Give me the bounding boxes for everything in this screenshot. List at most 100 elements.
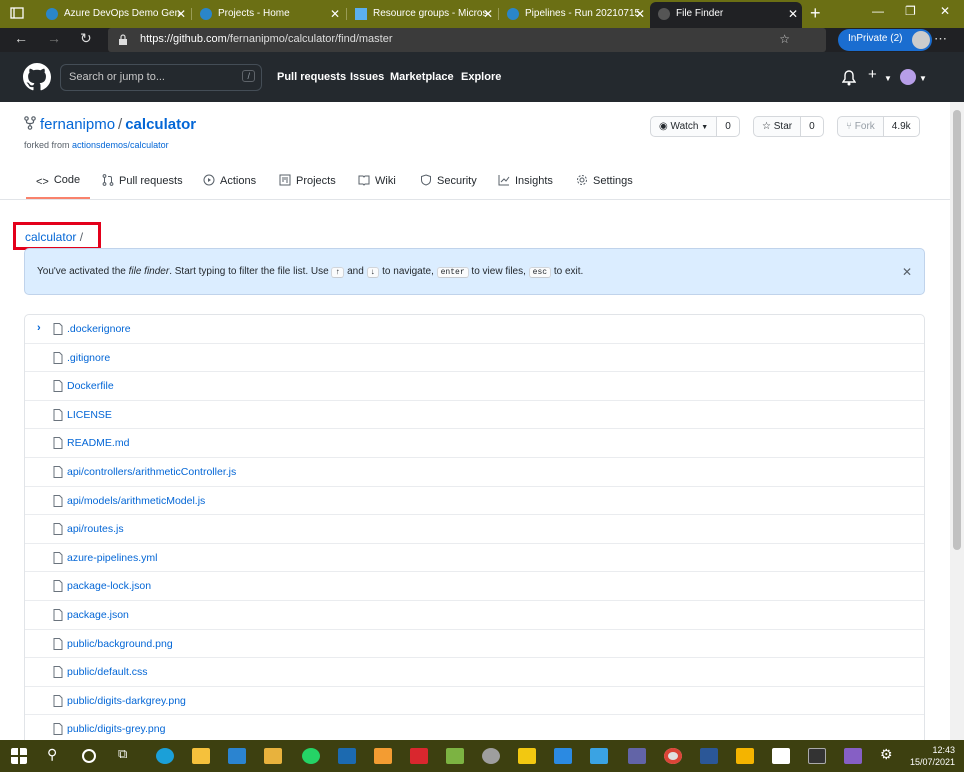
media-player-icon[interactable] xyxy=(264,748,282,764)
breadcrumb-root-link[interactable]: calculator xyxy=(25,230,76,244)
tab-actions-icon[interactable] xyxy=(9,5,25,21)
file-row[interactable]: public/default.css xyxy=(25,658,924,687)
fork-button[interactable]: ⑂ Fork xyxy=(837,116,884,137)
restore-button[interactable]: ❐ xyxy=(905,4,916,18)
app-icon[interactable] xyxy=(482,748,500,764)
file-row[interactable]: azure-pipelines.yml xyxy=(25,544,924,573)
close-tab-icon[interactable]: ✕ xyxy=(483,7,493,21)
close-tab-icon[interactable]: ✕ xyxy=(635,7,645,21)
file-name[interactable]: api/models/arithmeticModel.js xyxy=(67,495,205,507)
file-row[interactable]: package.json xyxy=(25,601,924,630)
tab-settings[interactable]: Settings xyxy=(576,174,633,187)
file-name[interactable]: LICENSE xyxy=(67,409,112,421)
url-field[interactable]: https://github.com/fernanipmo/calculator… xyxy=(108,28,856,52)
edge-icon[interactable] xyxy=(156,748,174,764)
tab-wiki[interactable]: Wiki xyxy=(358,174,396,187)
github-logo-icon[interactable] xyxy=(23,63,51,91)
vmware-icon[interactable] xyxy=(338,748,356,764)
word-icon[interactable] xyxy=(700,748,718,764)
app-icon[interactable] xyxy=(374,748,392,764)
taskbar-clock[interactable]: 12:43 15/07/2021 xyxy=(910,744,955,768)
typora-icon[interactable] xyxy=(772,748,790,764)
nav-issues[interactable]: Issues xyxy=(350,71,384,83)
tab-security[interactable]: Security xyxy=(420,174,477,187)
forward-button[interactable]: → xyxy=(47,30,61,46)
file-name[interactable]: Dockerfile xyxy=(67,380,114,392)
file-name[interactable]: package.json xyxy=(67,609,129,621)
file-explorer-icon[interactable] xyxy=(192,748,210,764)
file-name[interactable]: public/default.css xyxy=(67,666,148,678)
nav-explore[interactable]: Explore xyxy=(461,71,501,83)
more-menu-icon[interactable]: ⋯ xyxy=(934,31,947,47)
file-row[interactable]: .gitignore xyxy=(25,344,924,373)
create-new-icon[interactable]: + xyxy=(868,66,877,83)
repo-owner-link[interactable]: fernanipmo xyxy=(40,116,115,133)
file-row[interactable]: public/background.png xyxy=(25,630,924,659)
file-row[interactable]: › .dockerignore xyxy=(25,315,924,344)
app-icon[interactable] xyxy=(736,748,754,764)
app-icon[interactable] xyxy=(590,748,608,764)
tab-code[interactable]: <> Code xyxy=(25,174,91,199)
back-button[interactable]: ← xyxy=(14,30,28,46)
browser-tab-projects-home[interactable]: Projects - Home ✕ xyxy=(192,2,344,28)
close-window-button[interactable]: ✕ xyxy=(940,4,950,18)
file-name[interactable]: .gitignore xyxy=(67,352,110,364)
windows-start-icon[interactable] xyxy=(11,748,27,764)
tab-projects[interactable]: Projects xyxy=(279,174,336,187)
visual-studio-icon[interactable] xyxy=(844,748,862,764)
app-icon[interactable] xyxy=(410,748,428,764)
star-count[interactable]: 0 xyxy=(801,116,824,137)
file-row[interactable]: LICENSE xyxy=(25,401,924,430)
file-row[interactable]: api/models/arithmeticModel.js xyxy=(25,487,924,516)
store-icon[interactable] xyxy=(228,748,246,764)
terminal-icon[interactable] xyxy=(808,748,826,764)
file-name[interactable]: public/digits-grey.png xyxy=(67,723,165,735)
nav-pull-requests[interactable]: Pull requests xyxy=(277,71,346,83)
tab-actions[interactable]: Actions xyxy=(203,174,256,187)
close-icon[interactable]: ✕ xyxy=(902,265,912,279)
tab-pull-requests[interactable]: Pull requests xyxy=(102,174,183,187)
search-input[interactable]: Search or jump to... / xyxy=(60,64,262,91)
browser-tab-resource-groups[interactable]: Resource groups - Micros ✕ xyxy=(347,2,497,28)
power-bi-icon[interactable] xyxy=(518,748,536,764)
watch-button[interactable]: ◉ Watch ▼ xyxy=(650,116,718,137)
new-tab-button[interactable]: + xyxy=(810,3,821,24)
forked-from-link[interactable]: actionsdemos/calculator xyxy=(72,140,169,150)
file-row[interactable]: README.md xyxy=(25,429,924,458)
scrollbar-thumb[interactable] xyxy=(953,110,961,550)
refresh-button[interactable]: ↻ xyxy=(80,30,92,47)
gear-icon[interactable]: ⚙ xyxy=(880,746,898,762)
file-name[interactable]: README.md xyxy=(67,437,129,449)
vscode-icon[interactable] xyxy=(554,748,572,764)
file-name[interactable]: public/background.png xyxy=(67,638,173,650)
search-icon[interactable]: ⚲ xyxy=(47,746,65,762)
close-tab-icon[interactable]: ✕ xyxy=(788,7,798,21)
browser-tab-pipelines-run[interactable]: Pipelines - Run 20210715. ✕ xyxy=(499,2,649,28)
teams-icon[interactable] xyxy=(628,748,646,764)
user-avatar[interactable] xyxy=(900,69,916,85)
star-button[interactable]: ☆ Star xyxy=(753,116,802,137)
page-scrollbar[interactable] xyxy=(950,102,964,740)
file-name[interactable]: .dockerignore xyxy=(67,323,131,335)
notifications-bell-icon[interactable] xyxy=(842,70,856,86)
tab-insights[interactable]: Insights xyxy=(498,174,553,187)
browser-tab-azure-devops-demo[interactable]: Azure DevOps Demo Gen ✕ xyxy=(38,2,190,28)
fork-count[interactable]: 4.9k xyxy=(883,116,920,137)
inprivate-badge[interactable]: InPrivate (2) xyxy=(838,29,933,51)
file-row[interactable]: package-lock.json xyxy=(25,572,924,601)
app-icon[interactable] xyxy=(446,748,464,764)
file-name[interactable]: package-lock.json xyxy=(67,580,151,592)
file-row[interactable]: Dockerfile xyxy=(25,372,924,401)
chrome-icon[interactable] xyxy=(664,748,682,764)
file-name[interactable]: public/digits-darkgrey.png xyxy=(67,695,186,707)
watch-count[interactable]: 0 xyxy=(717,116,740,137)
nav-marketplace[interactable]: Marketplace xyxy=(390,71,454,83)
task-view-icon[interactable]: ⧉ xyxy=(118,746,136,762)
file-row[interactable]: api/controllers/arithmeticController.js xyxy=(25,458,924,487)
minimize-button[interactable]: — xyxy=(872,4,884,18)
close-tab-icon[interactable]: ✕ xyxy=(176,7,186,21)
file-name[interactable]: api/controllers/arithmeticController.js xyxy=(67,466,236,478)
favorites-star-icon[interactable]: ☆ xyxy=(779,32,790,46)
browser-tab-file-finder[interactable]: File Finder ✕ xyxy=(650,2,802,28)
whatsapp-icon[interactable] xyxy=(302,748,320,764)
